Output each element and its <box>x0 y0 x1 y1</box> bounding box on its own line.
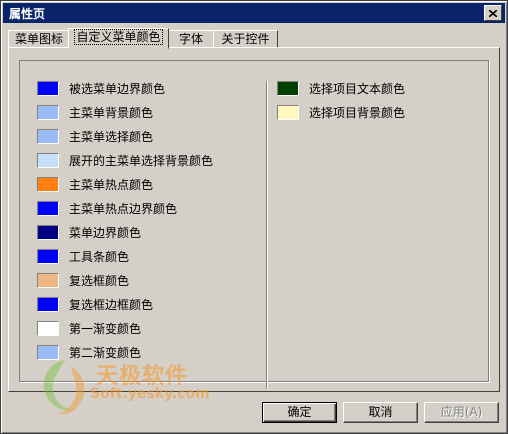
tab-font[interactable]: 字体 <box>167 30 215 48</box>
ok-button[interactable]: 确定 <box>262 402 337 423</box>
color-item[interactable]: 选择项目文本颜色 <box>277 80 405 96</box>
color-label: 复选框颜色 <box>69 273 130 288</box>
color-item[interactable]: 主菜单热点边界颜色 <box>37 200 177 216</box>
color-label: 选择项目文本颜色 <box>309 81 406 96</box>
color-swatch[interactable] <box>37 176 59 192</box>
title-bar[interactable]: 属性页 <box>3 3 505 23</box>
color-item[interactable]: 被选菜单边界颜色 <box>37 80 165 96</box>
color-item[interactable]: 复选框颜色 <box>37 272 129 288</box>
color-swatch[interactable] <box>37 248 59 264</box>
color-item[interactable]: 选择项目背景颜色 <box>277 104 405 120</box>
color-item[interactable]: 工具条颜色 <box>37 248 129 264</box>
color-label: 主菜单热点颜色 <box>69 177 154 192</box>
color-label: 选择项目背景颜色 <box>309 105 406 120</box>
color-label: 被选菜单边界颜色 <box>69 81 166 96</box>
color-label: 复选框边框颜色 <box>69 297 154 312</box>
color-swatch[interactable] <box>277 104 299 120</box>
color-swatch[interactable] <box>37 296 59 312</box>
color-swatch[interactable] <box>37 152 59 168</box>
color-label: 菜单边界颜色 <box>69 225 142 240</box>
color-swatch[interactable] <box>37 80 59 96</box>
color-swatch[interactable] <box>37 224 59 240</box>
color-label: 主菜单选择颜色 <box>69 129 154 144</box>
color-label: 展开的主菜单选择背景颜色 <box>69 153 214 168</box>
color-label: 第二渐变颜色 <box>69 345 142 360</box>
color-item[interactable]: 展开的主菜单选择背景颜色 <box>37 152 213 168</box>
cancel-button[interactable]: 取消 <box>343 402 418 423</box>
color-item[interactable]: 主菜单热点颜色 <box>37 176 153 192</box>
color-swatch[interactable] <box>277 80 299 96</box>
color-label: 第一渐变颜色 <box>69 321 142 336</box>
color-swatch[interactable] <box>37 344 59 360</box>
tab-panel <box>8 47 500 392</box>
color-swatch[interactable] <box>37 272 59 288</box>
apply-button[interactable]: 应用(A) <box>424 402 499 423</box>
color-label: 主菜单背景颜色 <box>69 105 154 120</box>
color-item[interactable]: 菜单边界颜色 <box>37 224 141 240</box>
color-item[interactable]: 第二渐变颜色 <box>37 344 141 360</box>
color-swatch[interactable] <box>37 128 59 144</box>
color-swatch[interactable] <box>37 200 59 216</box>
color-item[interactable]: 复选框边框颜色 <box>37 296 153 312</box>
tab-about-control[interactable]: 关于控件 <box>213 30 278 48</box>
tab-custom-menu-colors[interactable]: 自定义菜单颜色 <box>68 28 169 49</box>
color-label: 工具条颜色 <box>69 249 130 264</box>
close-button[interactable] <box>484 5 502 21</box>
tab-label: 菜单图标 <box>14 32 63 46</box>
color-label: 主菜单热点边界颜色 <box>69 201 178 216</box>
close-icon <box>489 9 497 17</box>
color-swatch[interactable] <box>37 104 59 120</box>
tab-menu-icons[interactable]: 菜单图标 <box>8 30 70 48</box>
window-title: 属性页 <box>9 7 46 21</box>
color-item[interactable]: 主菜单背景颜色 <box>37 104 153 120</box>
color-item[interactable]: 主菜单选择颜色 <box>37 128 153 144</box>
column-divider <box>266 81 267 389</box>
tab-label: 关于控件 <box>221 32 270 46</box>
color-swatch[interactable] <box>37 320 59 336</box>
tab-label: 字体 <box>178 32 203 46</box>
color-item[interactable]: 第一渐变颜色 <box>37 320 141 336</box>
tab-label: 自定义菜单颜色 <box>74 29 163 45</box>
